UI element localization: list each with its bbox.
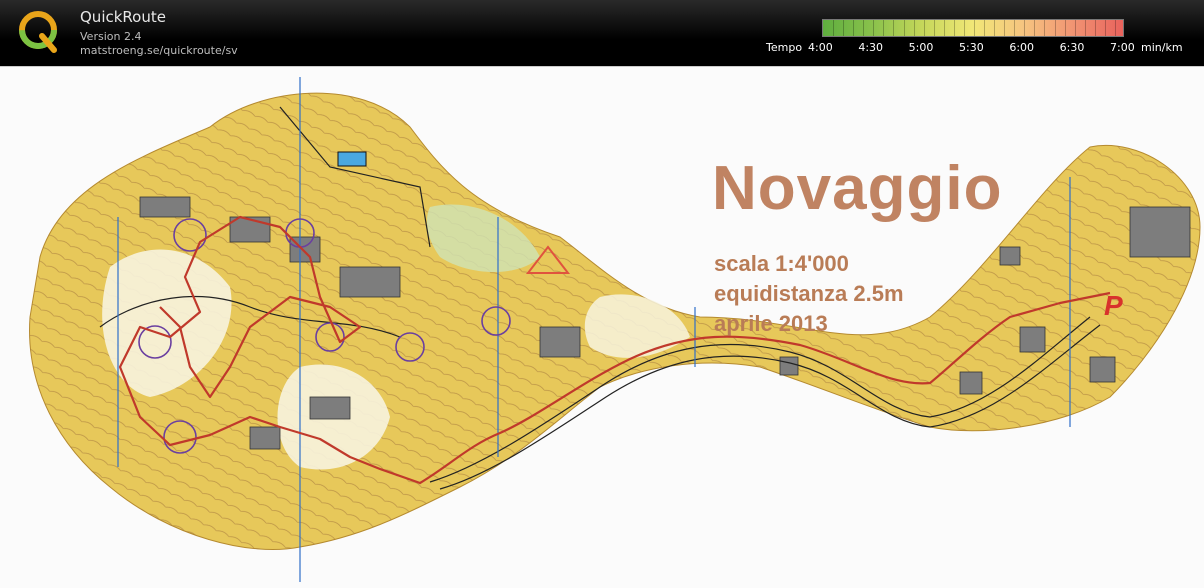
- pace-bar-divider: [1064, 20, 1066, 36]
- pace-bar-divider: [913, 20, 915, 36]
- pace-tick-label: 4:30: [858, 41, 884, 54]
- pace-bar-divider: [1034, 20, 1036, 36]
- app-version: Version 2.4: [80, 30, 142, 43]
- pace-bar-divider: [963, 20, 965, 36]
- pace-legend-label: Tempo: [766, 41, 803, 54]
- pace-bar-divider: [833, 20, 835, 36]
- pace-bar-divider: [1024, 20, 1026, 36]
- pace-bar-divider: [933, 20, 935, 36]
- pace-tick-label: 5:00: [908, 41, 934, 54]
- pace-bar-divider: [943, 20, 945, 36]
- pace-bar-divider: [1054, 20, 1056, 36]
- map-contour-interval: equidistanza 2.5m: [714, 281, 904, 306]
- pace-bar-divider: [1114, 20, 1116, 36]
- map-pool: [337, 151, 367, 167]
- app-header: QuickRoute Version 2.4 matstroeng.se/qui…: [0, 0, 1204, 66]
- orienteering-map[interactable]: P Novaggio scala 1:4'000 equidistanza 2.…: [0, 66, 1204, 588]
- map-date: aprile 2013: [714, 311, 828, 336]
- pace-bar-divider: [893, 20, 895, 36]
- pace-tick-label: 5:30: [959, 41, 984, 54]
- pace-bar-divider: [953, 20, 955, 36]
- pace-tick-label: 7:00: [1110, 41, 1135, 54]
- map-parking-symbol: P: [1104, 290, 1123, 321]
- map-artwork: P: [29, 77, 1201, 582]
- pace-bar-divider: [923, 20, 925, 36]
- pace-bar-divider: [853, 20, 855, 36]
- pace-bar-divider: [1044, 20, 1046, 36]
- map-scale: scala 1:4'000: [714, 251, 849, 276]
- pace-tick-label: 4:00: [808, 41, 833, 54]
- app-title: QuickRoute: [80, 8, 166, 26]
- pace-bar-divider: [1004, 20, 1006, 36]
- app-url[interactable]: matstroeng.se/quickroute/sv: [80, 44, 238, 57]
- pace-bar-divider: [873, 20, 875, 36]
- pace-tick-label: 6:00: [1009, 41, 1035, 54]
- pace-bar-divider: [974, 20, 975, 36]
- pace-bar-divider: [1074, 20, 1076, 36]
- pace-bar-divider: [843, 20, 845, 36]
- pace-bar-divider: [1014, 20, 1016, 36]
- pace-bar-divider: [883, 20, 885, 36]
- map-title: Novaggio: [712, 154, 1003, 223]
- pace-bar-divider: [1094, 20, 1096, 36]
- quickroute-logo-icon: [19, 11, 57, 53]
- pace-legend-unit: min/km: [1141, 41, 1183, 54]
- pace-bar-divider: [863, 20, 865, 36]
- pace-tick-label: 6:30: [1059, 41, 1085, 54]
- pace-bar-divider: [994, 20, 996, 36]
- pace-bar-divider: [984, 20, 986, 36]
- pace-bar-divider: [1104, 20, 1106, 36]
- pace-bar-divider: [903, 20, 905, 36]
- pace-legend-bar: [822, 19, 1124, 37]
- pace-bar-divider: [1084, 20, 1086, 36]
